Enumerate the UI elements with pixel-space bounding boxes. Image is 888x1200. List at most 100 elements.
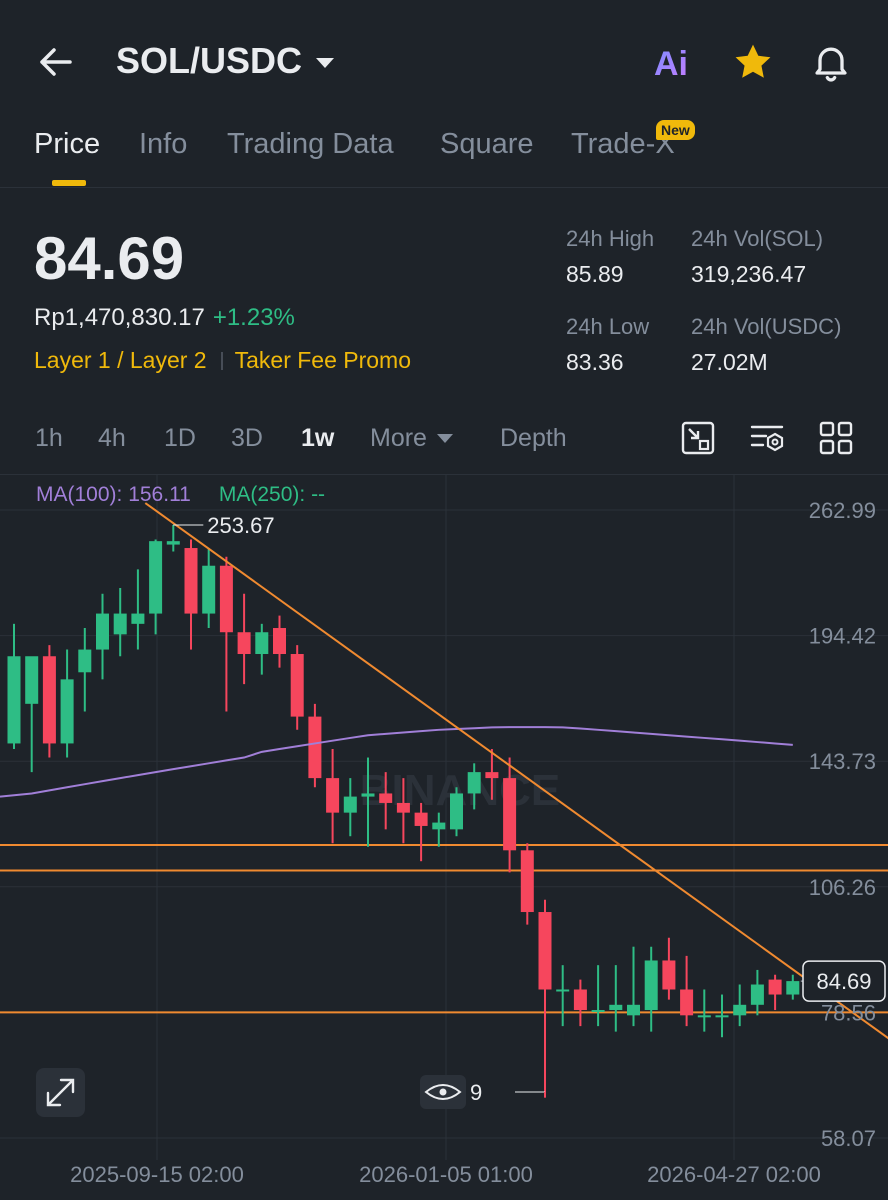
tab-square[interactable]: Square [440, 128, 534, 161]
tab-trading-data[interactable]: Trading Data [227, 128, 394, 161]
high-value: 85.89 [566, 261, 624, 287]
candle-body [202, 565, 216, 614]
tag-divider [220, 351, 223, 370]
ma100-value: MA(100): 156.11 [36, 483, 191, 506]
tab-info[interactable]: Info [139, 128, 187, 161]
candle-body [131, 613, 145, 624]
candle-body [290, 654, 304, 717]
favorite-star-icon[interactable] [729, 38, 777, 86]
candle-body [361, 793, 375, 797]
candle-body [396, 802, 410, 813]
candle-body [184, 548, 198, 614]
indicators-icon[interactable] [749, 420, 785, 456]
candle-body [166, 541, 180, 545]
interval-1d[interactable]: 1D [164, 424, 196, 453]
ma250-value: MA(250): -- [218, 483, 326, 506]
interval-1h[interactable]: 1h [35, 424, 63, 453]
vol-base-value: 319,236.47 [691, 261, 807, 287]
price-axis-label: 78.56 [821, 1000, 876, 1025]
tags-row: Layer 1 / Layer 2 Taker Fee Promo [34, 347, 411, 374]
candle-body [7, 656, 21, 744]
pair-name: SOL/USDC [116, 40, 303, 81]
current-price-group: 84.69 [800, 960, 886, 1002]
top-bar: SOL/USDC Ai [0, 0, 888, 120]
chart-settings-icon[interactable] [680, 420, 716, 456]
price-axis-label: 262.99 [809, 498, 876, 523]
bell-icon[interactable] [807, 38, 855, 86]
candle-body [42, 656, 56, 744]
depth-tab[interactable]: Depth [500, 424, 567, 453]
chart-grid [0, 475, 888, 1160]
vol-quote-label: 24h Vol(USDC) [691, 314, 842, 339]
candle-body [237, 632, 251, 655]
candle-body [573, 989, 587, 1011]
time-axis: 2025-09-15 02:00 2026-01-05 01:00 2026-04-… [70, 1162, 821, 1187]
fiat-price: Rp1,470,830.17 [34, 304, 205, 331]
current-price-label: 84.69 [816, 969, 871, 994]
interval-1w[interactable]: 1w [301, 424, 334, 453]
candle-body [149, 541, 163, 614]
candle-body [715, 1015, 729, 1018]
interval-4h[interactable]: 4h [98, 424, 126, 453]
promo-tag[interactable]: Taker Fee Promo [235, 347, 411, 374]
candle-body [450, 793, 463, 830]
interval-more[interactable]: More [370, 424, 453, 453]
candle-body [503, 778, 517, 851]
time-axis-label: 2025-09-15 02:00 [70, 1162, 244, 1187]
interval-3d[interactable]: 3D [231, 424, 263, 453]
tab-bar: Price Info Trading Data Square Trade-X N… [0, 120, 888, 188]
active-tab-indicator [52, 180, 86, 186]
triangle-down-icon [436, 434, 453, 443]
low-marker-label: 9 [470, 1080, 482, 1105]
candle-body [326, 778, 340, 813]
candle-body [414, 812, 428, 826]
candle-body [786, 981, 800, 995]
candle-body [113, 613, 127, 635]
candle-body [733, 1004, 747, 1016]
candle-body [96, 613, 109, 650]
back-arrow-icon[interactable] [34, 40, 78, 84]
candle-body [662, 960, 676, 990]
candlestick-chart[interactable]: BINANCE 262.99194.42143.73106.2678.5658.… [0, 475, 888, 1200]
chart-controls [36, 1068, 85, 1117]
pair-selector[interactable]: SOL/USDC [116, 40, 335, 82]
candle-body [485, 772, 499, 779]
candle-body [255, 632, 269, 655]
low-value: 83.36 [566, 349, 624, 375]
candle-body [273, 628, 286, 655]
high-marker-label: 253.67 [207, 513, 274, 538]
candle-body [680, 989, 694, 1016]
candle-body [556, 989, 570, 992]
ai-icon[interactable]: Ai [650, 38, 698, 86]
tab-price[interactable]: Price [34, 128, 100, 161]
candle-body [308, 716, 322, 779]
vol-quote-value: 27.02M [691, 349, 768, 375]
svg-text:Ai: Ai [654, 45, 688, 82]
eye-pupil [439, 1088, 447, 1096]
candle-body [432, 822, 446, 830]
candle-body [60, 679, 74, 744]
candle-body [627, 1004, 640, 1016]
high-label: 24h High [566, 226, 655, 251]
low-label: 24h Low [566, 314, 650, 339]
candle-body [644, 960, 658, 1011]
candle-body [379, 793, 393, 803]
price-axis-label: 106.26 [809, 875, 876, 900]
candle-body [219, 565, 233, 633]
time-axis-label: 2026-04-27 02:00 [647, 1162, 821, 1187]
candle-body [591, 1010, 605, 1013]
category-tag[interactable]: Layer 1 / Layer 2 [34, 347, 207, 374]
price-axis: 262.99 194.42 143.73 106.26 78.56 58.07 [809, 498, 876, 1151]
candle-body [467, 772, 481, 794]
candle-body [697, 1015, 711, 1018]
candle-body [25, 656, 39, 704]
grid-layout-icon[interactable] [818, 420, 854, 456]
vol-base-label: 24h Vol(SOL) [691, 226, 824, 251]
chevron-down-icon [316, 58, 335, 68]
more-label: More [370, 424, 427, 452]
candle-body [78, 649, 92, 673]
price-axis-label: 143.73 [809, 749, 876, 774]
candle-body [520, 850, 534, 913]
last-price: 84.69 [34, 225, 185, 292]
price-change: +1.23% [212, 304, 295, 331]
